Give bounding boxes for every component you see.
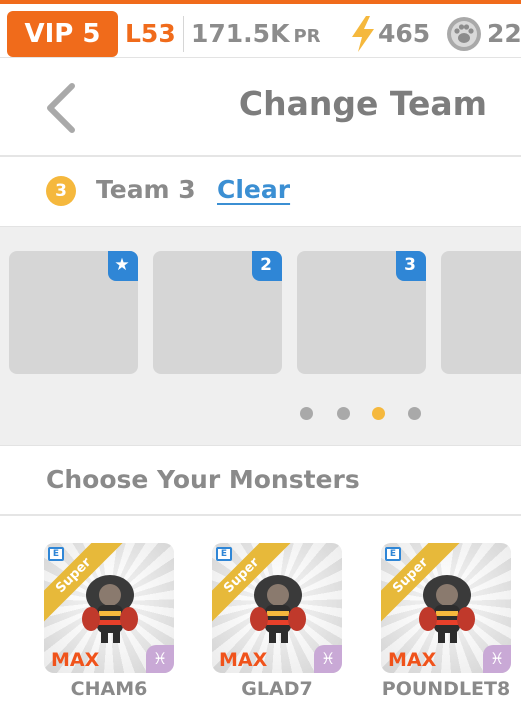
energy-value: 465 xyxy=(378,19,431,48)
monster-name: POUNDLET8 xyxy=(381,678,511,700)
page-header: Change Team xyxy=(0,58,521,157)
star-icon: ★ xyxy=(114,255,130,275)
element-icon: ♓ xyxy=(314,645,342,673)
power-rating: 171.5K PR xyxy=(191,11,321,57)
element-icon: ♓ xyxy=(146,645,174,673)
team-number-badge: 3 xyxy=(46,176,76,206)
monster-name: CHAM6 xyxy=(70,678,148,700)
pager-dot[interactable] xyxy=(408,407,421,420)
monster-card[interactable]: Super E MAX ♓ xyxy=(212,543,342,673)
team-slots-carousel[interactable]: ★ 2 3 xyxy=(0,226,521,446)
choose-monsters-header: Choose Your Monsters xyxy=(0,446,521,516)
team-slot-4[interactable] xyxy=(441,251,521,374)
team-slot-3[interactable]: 3 xyxy=(297,251,426,374)
back-chevron-icon[interactable] xyxy=(40,82,84,134)
team-row: 3 Team 3 Clear xyxy=(0,158,521,226)
slot-number: 3 xyxy=(404,255,416,275)
power-unit: PR xyxy=(293,26,321,47)
equipment-icon: E xyxy=(216,547,232,561)
max-level-tag: MAX xyxy=(51,649,100,671)
max-level-tag: MAX xyxy=(388,649,437,671)
max-level-tag: MAX xyxy=(219,649,268,671)
monster-card[interactable]: Super E MAX ♓ xyxy=(44,543,174,673)
page-title: Change Team xyxy=(238,84,487,123)
pager-dot-active[interactable] xyxy=(372,407,385,420)
monster-grid: Super E MAX ♓ CHAM6 Super E MAX ♓ GLAD7 … xyxy=(0,518,521,714)
lightning-icon xyxy=(352,16,374,52)
vip-badge[interactable]: VIP 5 xyxy=(7,11,118,57)
status-bar: VIP 5 L53 171.5K PR 465 22 xyxy=(0,0,521,58)
team-slot-2[interactable]: 2 xyxy=(153,251,282,374)
equipment-icon: E xyxy=(48,547,64,561)
player-level: L53 xyxy=(125,19,176,48)
pager-dot[interactable] xyxy=(337,407,350,420)
team-name: Team 3 xyxy=(96,175,196,204)
monster-card[interactable]: Super E MAX ♓ xyxy=(381,543,511,673)
element-icon: ♓ xyxy=(483,645,511,673)
pager-dot[interactable] xyxy=(300,407,313,420)
slot-number: 2 xyxy=(260,255,272,275)
team-slot-leader[interactable]: ★ xyxy=(9,251,138,374)
carousel-pager xyxy=(0,407,521,421)
monster-name: GLAD7 xyxy=(241,678,313,700)
section-title: Choose Your Monsters xyxy=(46,465,360,494)
change-team-screen: VIP 5 L53 171.5K PR 465 22 Change Team 3 … xyxy=(0,0,521,714)
status-divider xyxy=(183,16,184,52)
clear-team-link[interactable]: Clear xyxy=(217,175,290,204)
food-value: 22 xyxy=(487,19,521,48)
equipment-icon: E xyxy=(385,547,401,561)
paw-food-icon[interactable] xyxy=(446,16,482,52)
power-value: 171.5K xyxy=(191,19,290,48)
